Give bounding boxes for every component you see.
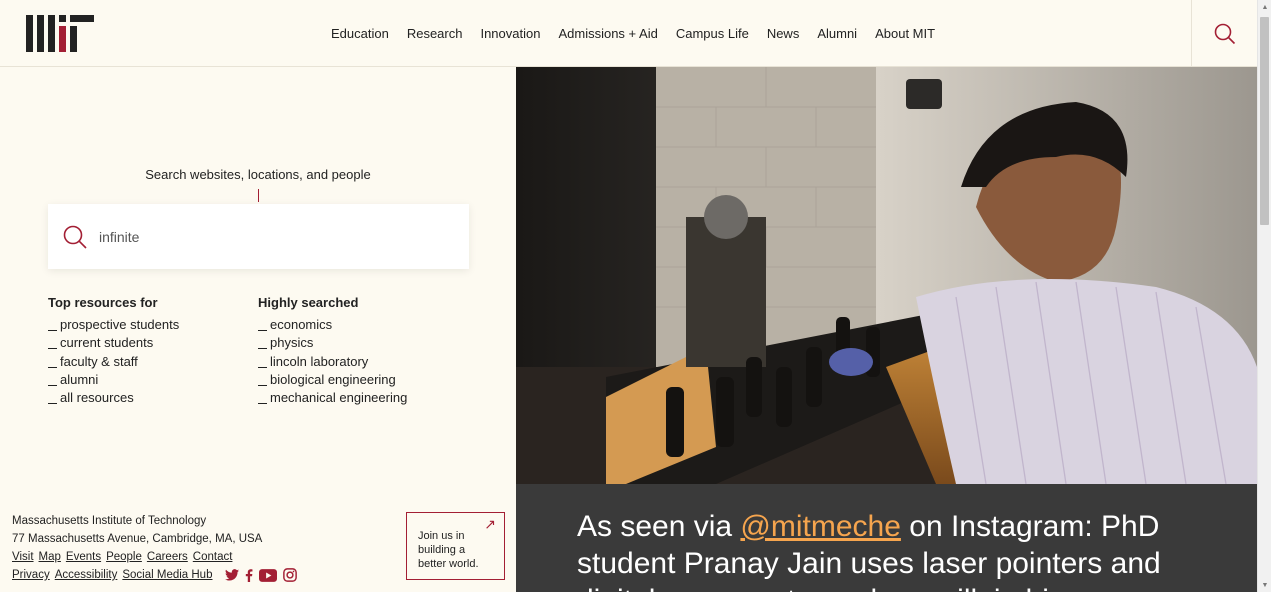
twitter-icon[interactable]: [224, 569, 239, 581]
footer-link-contact[interactable]: Contact: [193, 551, 233, 563]
scroll-up-arrow-icon[interactable]: ▲: [1258, 0, 1271, 14]
resource-link[interactable]: faculty & staff: [60, 354, 138, 369]
footer-links-row1: Visit Map Events People Careers Contact: [12, 548, 297, 566]
search-term-link[interactable]: biological engineering: [270, 372, 396, 387]
resource-link[interactable]: all resources: [60, 390, 134, 405]
footer-link-accessibility[interactable]: Accessibility: [55, 569, 118, 581]
nav-about-mit[interactable]: About MIT: [875, 26, 935, 41]
highly-searched-list: economics physics lincoln laboratory bio…: [258, 316, 407, 407]
join-us-card[interactable]: ↗ Join us in building a better world.: [406, 512, 505, 580]
footer-link-careers[interactable]: Careers: [147, 551, 188, 563]
resource-link[interactable]: alumni: [60, 372, 98, 387]
top-resources: Top resources for prospective students c…: [48, 295, 179, 407]
caption-prefix: As seen via: [577, 510, 741, 543]
hero-caption[interactable]: As seen via @mitmeche on Instagram: PhD …: [577, 508, 1217, 592]
search-term-link[interactable]: economics: [270, 317, 332, 332]
footer-link-privacy[interactable]: Privacy: [12, 569, 50, 581]
search-icon: [1214, 23, 1235, 44]
search-term-link[interactable]: mechanical engineering: [270, 390, 407, 405]
join-us-text: Join us in building a better world.: [418, 530, 479, 570]
search-divider: [258, 189, 259, 202]
search-input[interactable]: [99, 228, 439, 245]
resource-link[interactable]: prospective students: [60, 317, 179, 332]
page-scrollbar[interactable]: ▲ ▼: [1257, 0, 1271, 592]
footer-link-people[interactable]: People: [106, 551, 142, 563]
list-item: current students: [48, 334, 179, 352]
main-nav: Education Research Innovation Admissions…: [322, 0, 944, 67]
hero-caption-panel: As seen via @mitmeche on Instagram: PhD …: [516, 484, 1257, 592]
footer-address: Massachusetts Institute of Technology 77…: [12, 512, 297, 584]
nav-innovation[interactable]: Innovation: [480, 26, 540, 41]
social-links: [224, 568, 297, 582]
list-item: mechanical engineering: [258, 389, 407, 407]
institute-name: Massachusetts Institute of Technology: [12, 515, 207, 527]
search-title: Search websites, locations, and people: [145, 167, 371, 182]
footer-link-visit[interactable]: Visit: [12, 551, 34, 563]
list-item: faculty & staff: [48, 353, 179, 371]
resource-link[interactable]: current students: [60, 335, 153, 350]
nav-research[interactable]: Research: [407, 26, 463, 41]
mit-logo[interactable]: [26, 15, 94, 52]
highly-searched-heading: Highly searched: [258, 295, 359, 310]
footer-link-social-media-hub[interactable]: Social Media Hub: [122, 569, 212, 581]
footer-link-map[interactable]: Map: [39, 551, 61, 563]
instagram-handle-link[interactable]: @mitmeche: [740, 510, 901, 543]
list-item: lincoln laboratory: [258, 353, 407, 371]
search-icon: [63, 225, 87, 249]
hero-image[interactable]: [516, 67, 1257, 484]
nav-admissions-aid[interactable]: Admissions + Aid: [558, 26, 657, 41]
facebook-icon[interactable]: [245, 568, 253, 582]
nav-alumni[interactable]: Alumni: [817, 26, 857, 41]
search-panel: Search websites, locations, and people T…: [0, 68, 516, 592]
top-resources-heading: Top resources for: [48, 295, 158, 310]
top-resources-list: prospective students current students fa…: [48, 316, 179, 407]
youtube-icon[interactable]: [258, 568, 277, 582]
external-arrow-icon: ↗: [484, 516, 496, 532]
search-term-link[interactable]: physics: [270, 335, 313, 350]
nav-campus-life[interactable]: Campus Life: [676, 26, 749, 41]
list-item: prospective students: [48, 316, 179, 334]
list-item: biological engineering: [258, 371, 407, 389]
footer-link-events[interactable]: Events: [66, 551, 101, 563]
instagram-icon[interactable]: [282, 568, 297, 582]
list-item: physics: [258, 334, 407, 352]
nav-news[interactable]: News: [767, 26, 800, 41]
footer-links-row2: Privacy Accessibility Social Media Hub: [12, 566, 297, 584]
nav-education[interactable]: Education: [331, 26, 389, 41]
list-item: economics: [258, 316, 407, 334]
list-item: all resources: [48, 389, 179, 407]
site-header: Education Research Innovation Admissions…: [0, 0, 1257, 67]
list-item: alumni: [48, 371, 179, 389]
scroll-thumb[interactable]: [1260, 17, 1269, 225]
search-box[interactable]: [48, 204, 469, 269]
header-search-button[interactable]: [1191, 0, 1257, 67]
scroll-down-arrow-icon[interactable]: ▼: [1258, 578, 1271, 592]
highly-searched: Highly searched economics physics lincol…: [258, 295, 407, 407]
street-address: 77 Massachusetts Avenue, Cambridge, MA, …: [12, 533, 263, 545]
hero-photo: [516, 67, 1257, 484]
search-term-link[interactable]: lincoln laboratory: [270, 354, 368, 369]
